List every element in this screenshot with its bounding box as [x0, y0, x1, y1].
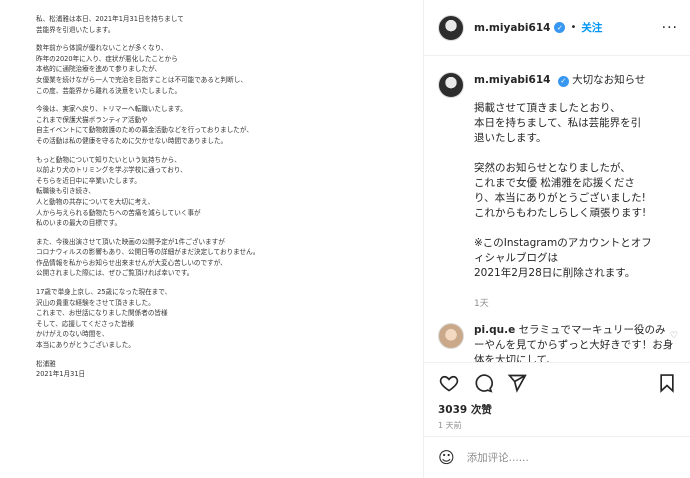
letter-line: 2021年1月31日: [36, 370, 86, 379]
caption-line: 突然のお知らせとなりましたが、: [474, 162, 631, 174]
caption-line: ※このInstagramのアカウントとオフ: [474, 237, 652, 249]
letter-line: 昨年の2020年に入り、症状が悪化したことから: [36, 54, 178, 63]
caption-line: これからもわたしらしく頑張ります!: [474, 207, 647, 219]
comment-username[interactable]: pi.qu.e: [474, 324, 515, 336]
letter-line: 作品情報を私からお知らせ出来ませんが大変心苦しいのですが、: [36, 258, 227, 267]
caption-time: 1天: [474, 299, 489, 309]
letter-line: もっと動物について知りたいという気持ちから、: [36, 155, 181, 164]
share-icon[interactable]: [506, 372, 528, 394]
letter-line: 本格的に通院治療を進めて参りましたが、: [36, 65, 162, 74]
letter-line: 今後は、実家へ戻り、トリマーへ転職いたします。: [36, 105, 187, 114]
letter-paragraph: 17歳で単身上京し、25歳になった現在まで、 沢山の貴重な経験をさせて頂きました。…: [36, 287, 423, 351]
emoji-icon[interactable]: ☺: [438, 448, 455, 467]
caption-paragraph: ※このInstagramのアカウントとオフ ィシャルブログは 2021年2月28日に…: [474, 236, 678, 281]
letter-paragraph: もっと動物について知りたいという気持ちから、 以前より犬のトリミングを学ぶ学校に通…: [36, 155, 423, 229]
avatar[interactable]: [438, 323, 464, 349]
action-bar: [424, 362, 690, 402]
caption-paragraph: 突然のお知らせとなりましたが、 これまで女優 松浦雅を応援くださ り、本当にありがと…: [474, 161, 678, 221]
letter-line: 人から与えられる動物たちへの苦痛を減らしていく事が: [36, 208, 201, 217]
bookmark-icon[interactable]: [656, 372, 678, 394]
add-comment-bar: ☺: [424, 436, 690, 478]
caption-line: 本日を持ちまして、私は芸能界を引: [474, 117, 642, 129]
comment-icon[interactable]: [472, 372, 494, 394]
letter-line: 転職後も引き続き、: [36, 187, 95, 196]
caption-line: 退いたします。: [474, 132, 547, 144]
post-sidebar: m.miyabi614 ✓ • 关注 ··· m.miyabi614 ✓ 大切な…: [424, 0, 690, 478]
letter-line: 以前より犬のトリミングを学ぶ学校に通っており、: [36, 166, 187, 175]
comment-item: pi.qu.e セラミュでマーキュリー役のみーやんを見てからずっと大好きです！お…: [438, 323, 678, 362]
letter-paragraph: 私、松浦雅は本日、2021年1月31日を持ちまして 芸能界を引退いたします。: [36, 14, 423, 35]
caption-line: 2021年2月28日に削除されます。: [474, 267, 636, 279]
letter-line: 数年前から体調が優れないことが多くなり、: [36, 44, 168, 53]
letter-paragraph: 松浦雅 2021年1月31日: [36, 359, 423, 380]
letter-line: これまで、お世話になりました関係者の皆様: [36, 309, 168, 318]
avatar[interactable]: [438, 72, 464, 98]
heart-icon[interactable]: [438, 372, 460, 394]
letter-line: そして、応援してくださった皆様: [36, 319, 134, 328]
likes-count[interactable]: 3039 次赞: [424, 402, 690, 416]
letter-line: 私のいまの最大の目標です。: [36, 219, 122, 228]
verified-icon: ✓: [554, 22, 566, 33]
more-options-icon[interactable]: ···: [662, 20, 678, 36]
username-link[interactable]: m.miyabi614: [474, 22, 550, 34]
caption: m.miyabi614 ✓ 大切なお知らせ 掲載させて頂きましたとおり、本日を持…: [438, 72, 678, 309]
letter-paragraph: また、今後出演させて頂いた映画の公開予定が1件ございますがコロナウィルスの影響も…: [36, 237, 423, 279]
caption-text: 掲載させて頂きましたとおり、本日を持ちまして、私は芸能界を引 退いたします。突然の…: [474, 101, 678, 281]
caption-line: これまで女優 松浦雅を応援くださ: [474, 177, 635, 189]
caption-line: り、本当にありがとうございました!: [474, 192, 646, 204]
letter-line: 松浦雅: [36, 359, 56, 368]
letter-line: 自主イベントにて動物救護のための募金活動などを行っておりましたが、: [36, 126, 253, 135]
caption-title: 大切なお知らせ: [572, 74, 646, 86]
comments-section: m.miyabi614 ✓ 大切なお知らせ 掲載させて頂きましたとおり、本日を持…: [424, 56, 690, 362]
verified-icon: ✓: [557, 75, 569, 87]
letter-line: かけがえのない時間を、: [36, 330, 109, 339]
letter-line: そちらを近日中に卒業いたします。: [36, 176, 141, 185]
letter-line: コロナウィルスの影響もあり、公開日等の詳細がまだ決定しておりません。: [36, 248, 260, 257]
letter-text: 私、松浦雅は本日、2021年1月31日を持ちまして 芸能界を引退いたします。数年前…: [36, 14, 423, 380]
letter-line: 17歳で単身上京し、25歳になった現在まで、: [36, 288, 172, 297]
caption-line: ィシャルブログは: [474, 252, 558, 264]
caption-header: m.miyabi614 ✓ 大切なお知らせ: [474, 72, 678, 87]
separator-dot: •: [570, 22, 577, 33]
letter-line: 私、松浦雅は本日、2021年1月31日を持ちまして: [36, 15, 184, 23]
letter-line: 人と動物の共存についてを大切に考え、: [36, 197, 155, 206]
post-image: 私、松浦雅は本日、2021年1月31日を持ちまして 芸能界を引退いたします。数年前…: [0, 0, 424, 478]
letter-line: 公開されました際には、ぜひご覧頂ければ幸いです。: [36, 269, 194, 278]
avatar[interactable]: [438, 14, 464, 41]
post-header: m.miyabi614 ✓ • 关注 ···: [424, 0, 690, 56]
caption-line: 掲載させて頂きましたとおり、: [474, 102, 621, 114]
letter-line: 本当にありがとうございました。: [36, 341, 135, 350]
letter-paragraph: 今後は、実家へ戻り、トリマーへ転職いたします。 これまで保護犬猫ボランティア活動や…: [36, 104, 423, 146]
letter-paragraph: 数年前から体調が優れないことが多くなり、 昨年の2020年に入り、症状が悪化したこ…: [36, 43, 423, 96]
letter-line: 沢山の貴重な経験をさせて頂きました。: [36, 298, 155, 307]
letter-line: この度、芸能界から離れる決意をいたしました。: [36, 86, 182, 95]
letter-line: 女優業を続けながら一人で完治を目指すことは不可能であると判断し、: [36, 75, 247, 84]
letter-line: その活動は私の健康を守るために欠かせない時間でありました。: [36, 136, 228, 145]
comment-like-icon[interactable]: ♡: [670, 331, 678, 341]
letter-line: 芸能界を引退いたします。: [36, 25, 115, 34]
caption-username[interactable]: m.miyabi614: [474, 74, 550, 86]
letter-line: また、今後出演させて頂いた映画の公開予定が1件ございますが: [36, 237, 225, 246]
caption-paragraph: 掲載させて頂きましたとおり、本日を持ちまして、私は芸能界を引 退いたします。: [474, 101, 678, 146]
letter-line: これまで保護犬猫ボランティア活動や: [36, 115, 148, 124]
follow-button[interactable]: 关注: [581, 20, 602, 35]
comment-input[interactable]: [466, 451, 667, 464]
comment-text: pi.qu.e セラミュでマーキュリー役のみーやんを見てからずっと大好きです！お…: [474, 323, 674, 362]
